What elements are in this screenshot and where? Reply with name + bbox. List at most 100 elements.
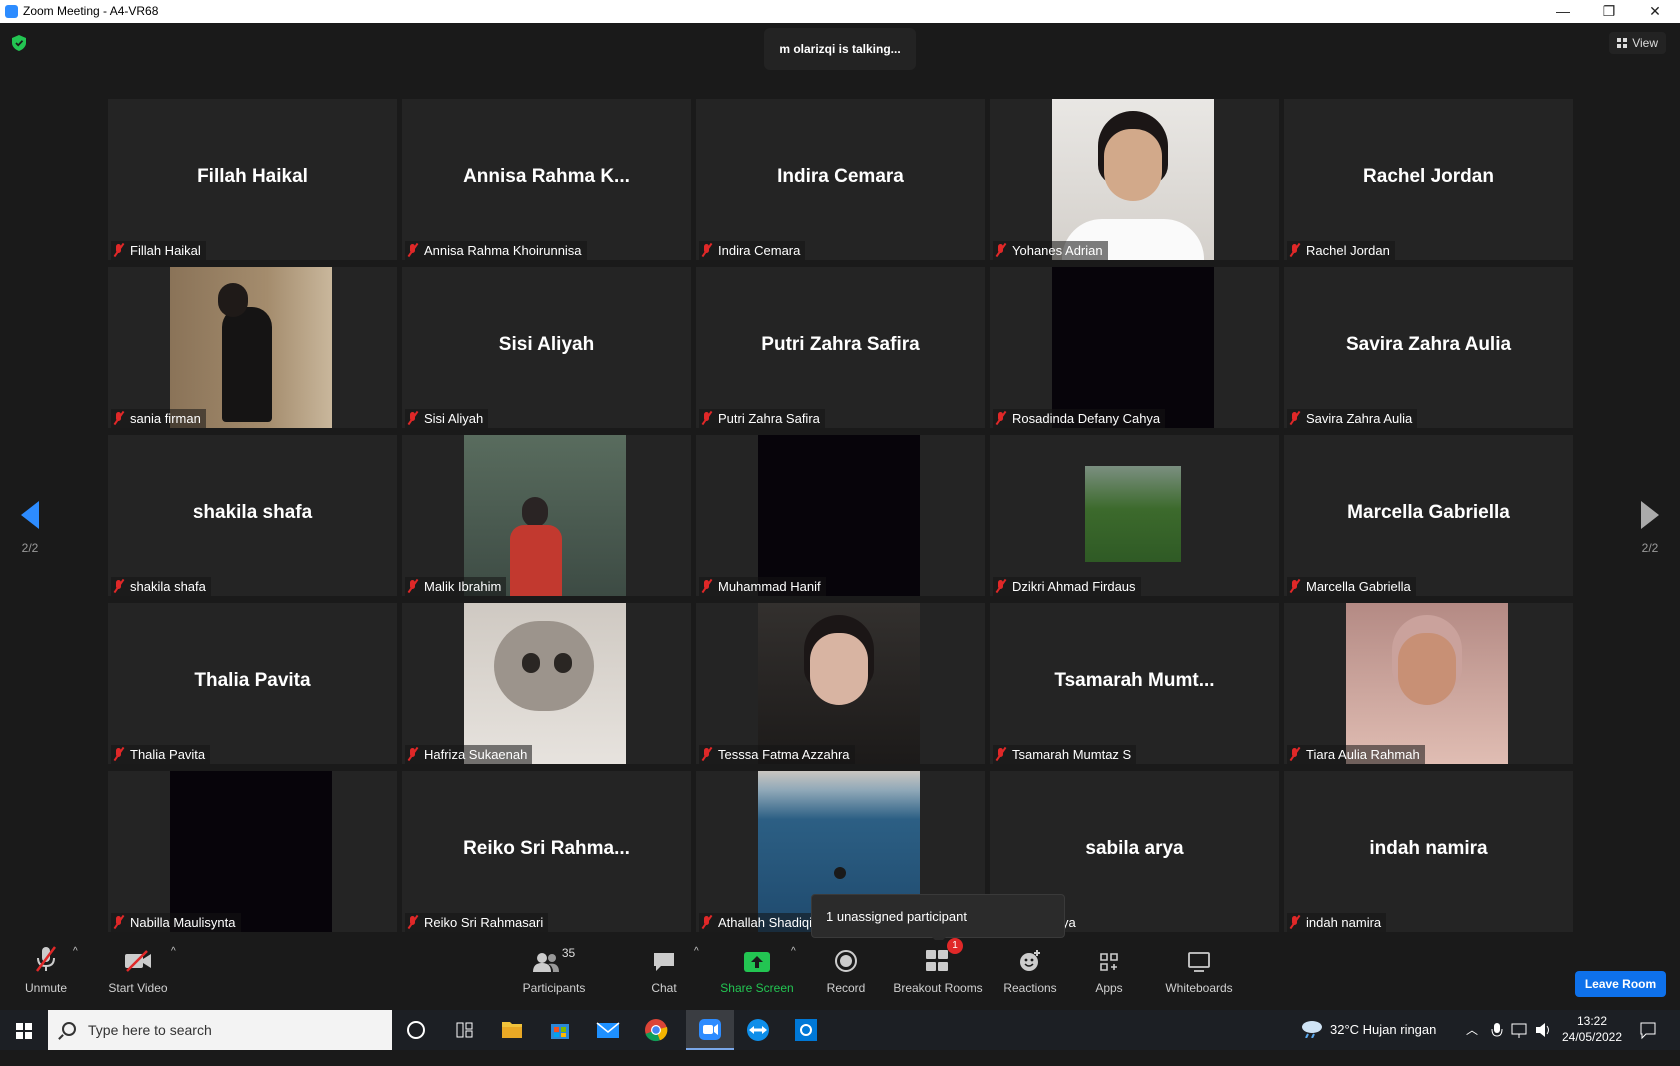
participant-tile[interactable]: Savira Zahra Aulia Savira Zahra Aulia	[1284, 267, 1573, 428]
previous-page-button[interactable]: 2/2	[10, 501, 50, 555]
participant-tile[interactable]: Annisa Rahma K... Annisa Rahma Khoirunnis…	[402, 99, 691, 260]
participant-tile[interactable]: Indira Cemara Indira Cemara	[696, 99, 985, 260]
participant-tile[interactable]: Tesssa Fatma Azzahra	[696, 603, 985, 764]
participant-name: Fillah Haikal	[130, 243, 201, 258]
participants-button[interactable]: 35 Participants	[520, 940, 588, 1010]
participant-name-label: Nabilla Maulisynta	[111, 913, 241, 932]
view-label: View	[1632, 36, 1658, 50]
weather-widget[interactable]: 32°C Hujan ringan	[1300, 1010, 1436, 1050]
participant-display-name: Savira Zahra Aulia	[1345, 334, 1512, 355]
participant-tile[interactable]: sania firman	[108, 267, 397, 428]
participant-tile[interactable]: Rachel Jordan Rachel Jordan	[1284, 99, 1573, 260]
view-button[interactable]: View	[1609, 32, 1666, 54]
participant-tile[interactable]: Tiara Aulia Rahmah	[1284, 603, 1573, 764]
chat-button[interactable]: Chat	[648, 940, 680, 1010]
participant-tile[interactable]: indah namira indah namira	[1284, 771, 1573, 932]
participant-video	[1052, 99, 1214, 260]
chat-label: Chat	[651, 981, 677, 995]
file-explorer-icon[interactable]	[488, 1010, 536, 1050]
leave-room-button[interactable]: Leave Room	[1575, 971, 1666, 997]
minimize-button[interactable]: —	[1540, 0, 1586, 23]
teamviewer-icon[interactable]	[734, 1010, 782, 1050]
participant-tile[interactable]: Sisi Aliyah Sisi Aliyah	[402, 267, 691, 428]
participant-tile[interactable]: Yohanes Adrian	[990, 99, 1279, 260]
arrow-left-icon	[21, 501, 39, 529]
participant-tile[interactable]: Nabilla Maulisynta	[108, 771, 397, 932]
participant-tile[interactable]: Dzikri Ahmad Firdaus	[990, 435, 1279, 596]
mic-muted-icon	[407, 580, 419, 592]
record-icon	[824, 940, 868, 972]
audio-options-caret[interactable]: ^	[73, 946, 78, 957]
participant-tile[interactable]: Marcella Gabriella Marcella Gabriella	[1284, 435, 1573, 596]
taskbar-search[interactable]: Type here to search	[48, 1010, 392, 1050]
apps-icon	[1092, 940, 1126, 972]
unassigned-participant-tooltip: 1 unassigned participant	[811, 894, 1065, 944]
mic-muted-icon	[995, 412, 1007, 424]
participant-tile[interactable]: Malik Ibrahim	[402, 435, 691, 596]
participant-name-label: Tesssa Fatma Azzahra	[699, 745, 855, 764]
participant-video	[170, 771, 332, 932]
participant-display-name: Indira Cemara	[777, 166, 904, 187]
participant-tile[interactable]: shakila shafa shakila shafa	[108, 435, 397, 596]
share-options-caret[interactable]: ^	[791, 946, 796, 957]
participant-display-name: sabila arya	[1085, 838, 1184, 859]
participant-name: Nabilla Maulisynta	[130, 915, 236, 930]
task-view-icon[interactable]	[440, 1010, 488, 1050]
zoom-taskbar-icon[interactable]	[686, 1010, 734, 1050]
network-icon[interactable]	[1510, 1010, 1528, 1050]
participant-tile[interactable]: Reiko Sri Rahma... Reiko Sri Rahmasari	[402, 771, 691, 932]
unmute-button[interactable]: Unmute	[18, 940, 74, 1010]
breakout-badge: 1	[947, 938, 963, 954]
mic-muted-icon	[1289, 244, 1301, 256]
participant-tile[interactable]: Thalia Pavita Thalia Pavita	[108, 603, 397, 764]
participant-tile[interactable]: Tsamarah Mumt... Tsamarah Mumtaz S	[990, 603, 1279, 764]
arrow-right-icon	[1641, 501, 1659, 529]
participant-name: Reiko Sri Rahmasari	[424, 915, 544, 930]
participant-tile[interactable]: Muhammad Hanif	[696, 435, 985, 596]
share-screen-button[interactable]: Share Screen	[720, 940, 794, 1010]
microsoft-store-icon[interactable]	[536, 1010, 584, 1050]
participant-tile[interactable]: Hafriza Sukaenah	[402, 603, 691, 764]
volume-icon[interactable]	[1534, 1010, 1552, 1050]
participant-video	[1052, 435, 1214, 596]
participant-name-label: Putri Zahra Safira	[699, 409, 825, 428]
microphone-tray-icon[interactable]	[1490, 1010, 1504, 1050]
participant-name-label: sania firman	[111, 409, 206, 428]
participant-tile[interactable]: Rosadinda Defany Cahya	[990, 267, 1279, 428]
mic-muted-icon	[1289, 748, 1301, 760]
participant-name-label: Hafriza Sukaenah	[405, 745, 533, 764]
show-hidden-icons-icon[interactable]: ︿	[1466, 1010, 1478, 1050]
participant-video	[758, 603, 920, 764]
participant-name: Yohanes Adrian	[1012, 243, 1103, 258]
reactions-button[interactable]: Reactions	[1002, 940, 1058, 1010]
restore-button[interactable]: ❐	[1586, 0, 1632, 23]
participant-display-name: Fillah Haikal	[197, 166, 308, 187]
mic-muted-icon	[407, 916, 419, 928]
mail-icon[interactable]	[584, 1010, 632, 1050]
participant-tile[interactable]: Fillah Haikal Fillah Haikal	[108, 99, 397, 260]
whiteboards-button[interactable]: Whiteboards	[1164, 940, 1234, 1010]
chrome-icon[interactable]	[632, 1010, 680, 1050]
chat-options-caret[interactable]: ^	[694, 946, 699, 957]
breakout-rooms-label: Breakout Rooms	[893, 981, 983, 995]
mic-muted-icon	[113, 580, 125, 592]
participant-name-label: Marcella Gabriella	[1287, 577, 1416, 596]
participant-name: Marcella Gabriella	[1306, 579, 1411, 594]
notifications-icon[interactable]	[1638, 1010, 1658, 1050]
record-button[interactable]: Record	[824, 940, 868, 1010]
participant-tile[interactable]: Putri Zahra Safira Putri Zahra Safira	[696, 267, 985, 428]
security-shield-icon[interactable]	[12, 35, 26, 56]
video-off-icon	[104, 940, 172, 972]
start-video-button[interactable]: Start Video	[104, 940, 172, 1010]
close-window-button[interactable]: ✕	[1632, 0, 1678, 23]
taskbar-clock[interactable]: 13:22 24/05/2022	[1560, 1013, 1624, 1045]
next-page-button[interactable]: 2/2	[1630, 501, 1670, 555]
cortana-icon[interactable]	[392, 1010, 440, 1050]
reactions-icon	[1002, 940, 1058, 972]
apps-button[interactable]: Apps	[1092, 940, 1126, 1010]
participant-display-name: Marcella Gabriella	[1347, 502, 1510, 523]
start-button[interactable]	[0, 1010, 48, 1050]
settings-app-icon[interactable]	[782, 1010, 830, 1050]
breakout-rooms-button[interactable]: 1 Breakout Rooms	[893, 938, 983, 1010]
video-options-caret[interactable]: ^	[171, 946, 176, 957]
